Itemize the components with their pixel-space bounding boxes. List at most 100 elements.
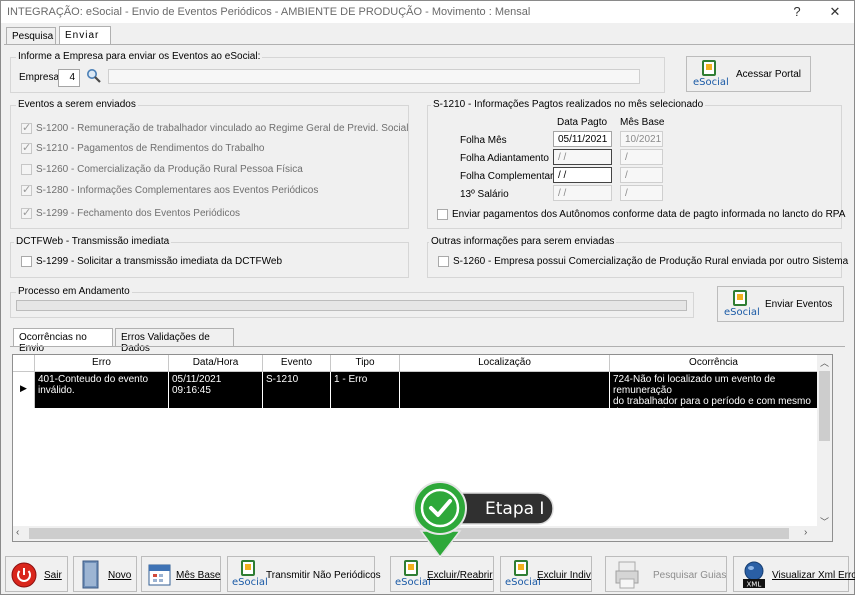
evento-checkbox[interactable] — [21, 164, 32, 175]
cell-ocorrencia: 724-Não foi localizado um evento de remu… — [610, 372, 818, 408]
processo-progress-bar — [16, 300, 687, 311]
new-document-icon — [82, 560, 99, 589]
empresa-name-field — [108, 69, 640, 84]
evento-label: S-1210 - Pagamentos de Rendimentos do Tr… — [36, 143, 265, 154]
check-icon: ✓ — [22, 184, 32, 196]
evento-checkbox[interactable]: ✓ — [21, 207, 32, 219]
tab-ocorrencias-label: Ocorrências no Envio — [19, 332, 87, 354]
novo-label: Novo — [108, 570, 132, 581]
excluir-indiv-label: Excluir Indiv — [537, 570, 591, 581]
etapa-callout: Etapa I — [413, 481, 558, 559]
callout-label: Etapa I — [485, 499, 545, 519]
tab-erros-validacoes[interactable]: Erros Validações de Dados — [115, 328, 234, 354]
window-title: INTEGRAÇÃO: eSocial - Envio de Eventos P… — [7, 6, 531, 18]
esocial-logo-text: eSocial — [395, 577, 431, 588]
esocial-logo-text: eSocial — [724, 307, 760, 318]
xml-file-icon: XML — [743, 561, 765, 589]
evento-checkbox[interactable]: ✓ — [21, 184, 32, 196]
enviar-eventos-button[interactable]: eSocial Enviar Eventos — [717, 286, 844, 322]
outras-checkbox[interactable] — [438, 256, 449, 267]
grid-indicator-header — [13, 355, 35, 372]
mes-base-input[interactable]: / — [620, 167, 663, 183]
empresa-group-label: Informe a Empresa para enviar os Eventos… — [16, 51, 263, 62]
data-pagto-input[interactable]: / / — [553, 149, 612, 165]
vertical-scrollbar[interactable]: ︿ ﹀ — [817, 355, 832, 541]
scroll-up-icon[interactable]: ︿ — [820, 356, 829, 369]
mes-base-input[interactable]: / — [620, 185, 663, 201]
grid-header-localizacao[interactable]: Localização — [400, 355, 610, 372]
cell-evento: S-1210 — [263, 372, 331, 408]
calendar-icon — [148, 564, 171, 586]
scroll-right-icon[interactable]: › — [804, 527, 807, 538]
empresa-code-input[interactable]: 4 — [58, 69, 80, 87]
dctfweb-item-label: S-1299 - Solicitar a transmissão imediat… — [36, 256, 283, 267]
printer-icon — [615, 561, 639, 589]
col-mes-base: Mês Base — [620, 117, 665, 128]
s1210-row-label: 13º Salário — [460, 189, 509, 200]
sair-label: Sair — [44, 570, 62, 581]
pesquisar-guias-button[interactable]: Pesquisar Guias — [605, 556, 727, 592]
tab-pesquisa[interactable]: Pesquisa — [6, 27, 56, 45]
evento-label: S-1299 - Fechamento dos Eventos Periódic… — [36, 208, 240, 219]
excluir-reabrir-label: Excluir/Reabrir — [427, 570, 493, 581]
autonomos-label: Enviar pagamentos dos Autônomos conforme… — [452, 209, 846, 220]
novo-button[interactable]: Novo — [73, 556, 137, 592]
check-icon: ✓ — [22, 142, 32, 154]
evento-checkbox[interactable]: ✓ — [21, 122, 32, 134]
dctfweb-group-label: DCTFWeb - Transmissão imediata — [14, 236, 172, 247]
esocial-logo-icon: eSocial — [395, 560, 431, 590]
transmitir-label: Transmitir Não Periódicos — [266, 570, 381, 581]
visualizar-xml-label: Visualizar Xml Erro — [772, 570, 855, 581]
grid-header-evento[interactable]: Evento — [263, 355, 331, 372]
esocial-logo-icon: eSocial — [232, 560, 268, 590]
cell-data-hora: 05/11/2021 09:16:45 — [169, 372, 263, 408]
check-icon: ✓ — [22, 122, 32, 134]
evento-label: S-1260 - Comercialização da Produção Rur… — [36, 164, 303, 175]
data-pagto-input[interactable]: / / — [553, 167, 612, 183]
mes-base-input[interactable]: 10/2021 — [620, 131, 663, 147]
check-icon: ✓ — [22, 207, 32, 219]
col-data-pagto: Data Pagto — [557, 117, 608, 128]
esocial-logo-text: eSocial — [693, 77, 729, 88]
scroll-left-icon[interactable]: ‹ — [16, 527, 19, 538]
transmitir-nao-periodicos-button[interactable]: eSocial Transmitir Não Periódicos — [227, 556, 381, 592]
sair-button[interactable]: Sair — [5, 556, 68, 592]
xml-badge-text: XML — [747, 581, 762, 589]
cell-localizacao — [400, 372, 610, 408]
excluir-indiv-button[interactable]: eSocial Excluir Indiv — [500, 556, 592, 592]
data-pagto-input[interactable]: / / — [553, 185, 612, 201]
title-bar: INTEGRAÇÃO: eSocial - Envio de Eventos P… — [1, 1, 854, 23]
visualizar-xml-erro-button[interactable]: XML Visualizar Xml Erro — [733, 556, 855, 592]
evento-checkbox[interactable]: ✓ — [21, 142, 32, 154]
evento-label: S-1200 - Remuneração de trabalhador vinc… — [36, 123, 409, 134]
tab-enviar[interactable]: Enviar — [59, 26, 111, 45]
mes-base-input[interactable]: / — [620, 149, 663, 165]
scroll-down-icon[interactable]: ﹀ — [820, 515, 829, 528]
s1210-row-label: Folha Complementar — [460, 171, 554, 182]
tab-ocorrencias[interactable]: Ocorrências no Envio — [13, 328, 113, 354]
tab-divider — [4, 44, 854, 45]
search-icon[interactable] — [86, 68, 102, 84]
dctfweb-checkbox[interactable] — [21, 256, 32, 267]
esocial-logo-text: eSocial — [505, 577, 541, 588]
vertical-scroll-thumb[interactable] — [819, 371, 830, 441]
power-icon — [11, 562, 37, 588]
mes-base-button[interactable]: Mês Base — [141, 556, 221, 592]
horizontal-scroll-thumb[interactable] — [29, 528, 789, 539]
grid-header-data-hora[interactable]: Data/Hora — [169, 355, 263, 372]
esocial-logo-icon: eSocial — [693, 60, 729, 90]
data-pagto-input[interactable]: 05/11/2021 — [553, 131, 612, 147]
grid-header-erro[interactable]: Erro — [35, 355, 169, 372]
row-indicator: ▶ — [13, 372, 35, 408]
tab-pesquisa-label: Pesquisa — [12, 31, 54, 42]
excluir-reabrir-button[interactable]: eSocial Excluir/Reabrir — [390, 556, 494, 592]
close-button[interactable]: ✕ — [825, 4, 845, 20]
empresa-label: Empresa — [19, 72, 60, 83]
grid-header-tipo[interactable]: Tipo — [331, 355, 400, 372]
grid-header-ocorrencia[interactable]: Ocorrência — [610, 355, 818, 372]
processo-group-label: Processo em Andamento — [16, 286, 132, 297]
help-button[interactable]: ? — [787, 4, 807, 19]
acessar-portal-button[interactable]: eSocial Acessar Portal — [686, 56, 811, 92]
autonomos-checkbox[interactable] — [437, 209, 448, 220]
esocial-logo-text: eSocial — [232, 577, 268, 588]
